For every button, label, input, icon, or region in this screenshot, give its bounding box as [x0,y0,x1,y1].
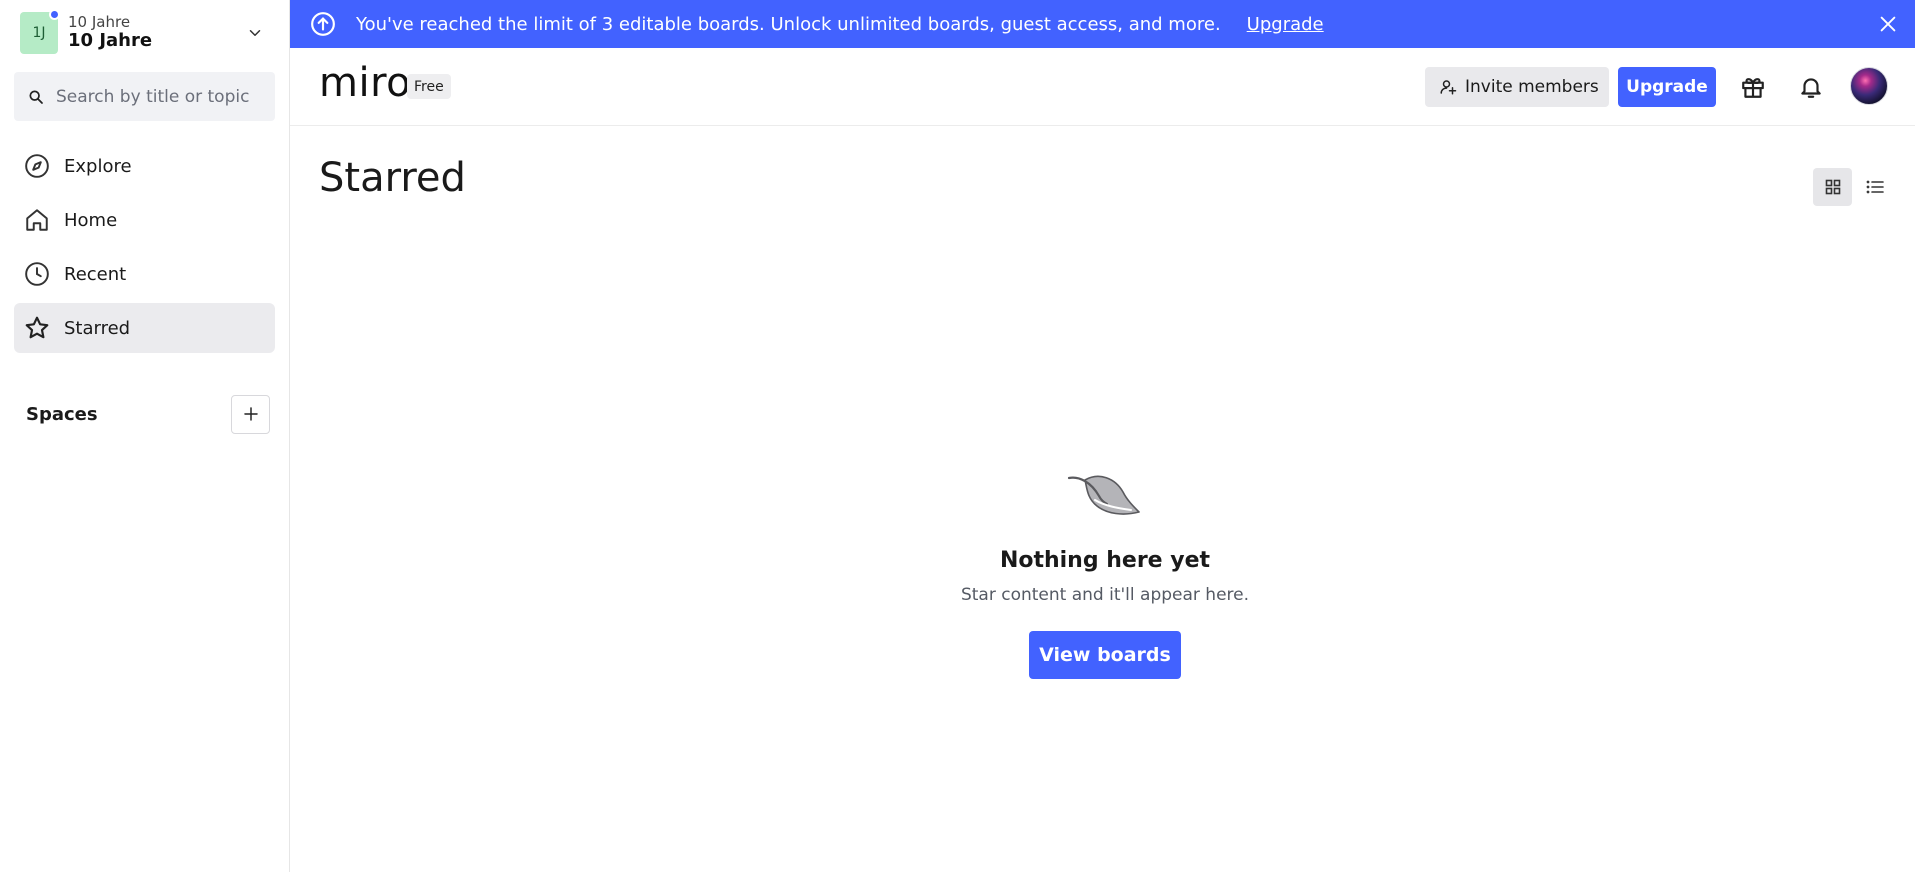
list-view-toggle[interactable] [1855,168,1894,206]
sidebar-item-label: Starred [64,317,131,339]
invite-members-button[interactable]: Invite members [1425,67,1609,107]
team-switcher[interactable]: 1J 10 Jahre 10 Jahre [14,8,274,58]
upgrade-banner: You've reached the limit of 3 editable b… [290,0,1915,48]
plan-badge: Free [407,74,451,99]
search-box [14,72,275,121]
user-avatar[interactable] [1850,67,1888,105]
search-input[interactable] [56,86,266,107]
plus-icon [243,407,258,421]
team-subtitle: 10 Jahre [68,13,131,32]
team-texts: 10 Jahre 10 Jahre [68,13,153,52]
spaces-section: Spaces [26,394,270,434]
team-name: 10 Jahre [68,30,153,52]
page-title: Starred [319,155,466,201]
upgrade-button[interactable]: Upgrade [1618,67,1716,107]
sidebar: 1J 10 Jahre 10 Jahre Explore Home [0,0,290,872]
compass-icon [24,153,50,179]
banner-upgrade-link[interactable]: Upgrade [1247,14,1324,35]
bell-icon [1801,78,1821,98]
sidebar-nav: Explore Home Recent Starred [14,141,275,357]
banner-message: You've reached the limit of 3 editable b… [356,13,1221,35]
view-boards-button[interactable]: View boards [1029,631,1181,679]
grid-icon [1825,179,1840,195]
team-avatar-initials: 1J [32,25,46,41]
empty-state: Nothing here yet Star content and it'll … [905,470,1305,679]
invite-members-label: Invite members [1465,77,1599,97]
home-icon [24,207,50,233]
chevron-down-icon[interactable] [246,24,264,42]
leaf-icon [1067,475,1140,515]
gift-button[interactable] [1737,71,1769,103]
arrow-up-circle-icon [311,12,335,36]
sidebar-item-recent[interactable]: Recent [14,249,275,299]
team-avatar: 1J [20,9,60,54]
list-icon [1866,180,1884,194]
clock-icon [24,261,50,287]
sidebar-item-home[interactable]: Home [14,195,275,245]
add-person-icon [1440,80,1457,95]
notification-dot [49,9,60,20]
spaces-title: Spaces [26,403,98,425]
sidebar-item-explore[interactable]: Explore [14,141,275,191]
empty-state-subtitle: Star content and it'll appear here. [960,585,1250,605]
top-header: miro Free Invite members Upgrade [290,48,1915,126]
miro-logo[interactable]: miro [319,60,411,106]
search-icon [29,89,43,104]
empty-state-title: Nothing here yet [999,548,1211,573]
add-space-button[interactable] [231,394,270,434]
close-icon[interactable] [1877,13,1899,35]
sidebar-item-label: Home [64,209,118,231]
star-icon [24,315,50,341]
notifications-button[interactable] [1795,71,1827,103]
grid-view-toggle[interactable] [1813,168,1852,206]
gift-icon [1742,78,1764,98]
sidebar-item-label: Explore [64,155,132,177]
sidebar-item-label: Recent [64,263,127,285]
sidebar-item-starred[interactable]: Starred [14,303,275,353]
